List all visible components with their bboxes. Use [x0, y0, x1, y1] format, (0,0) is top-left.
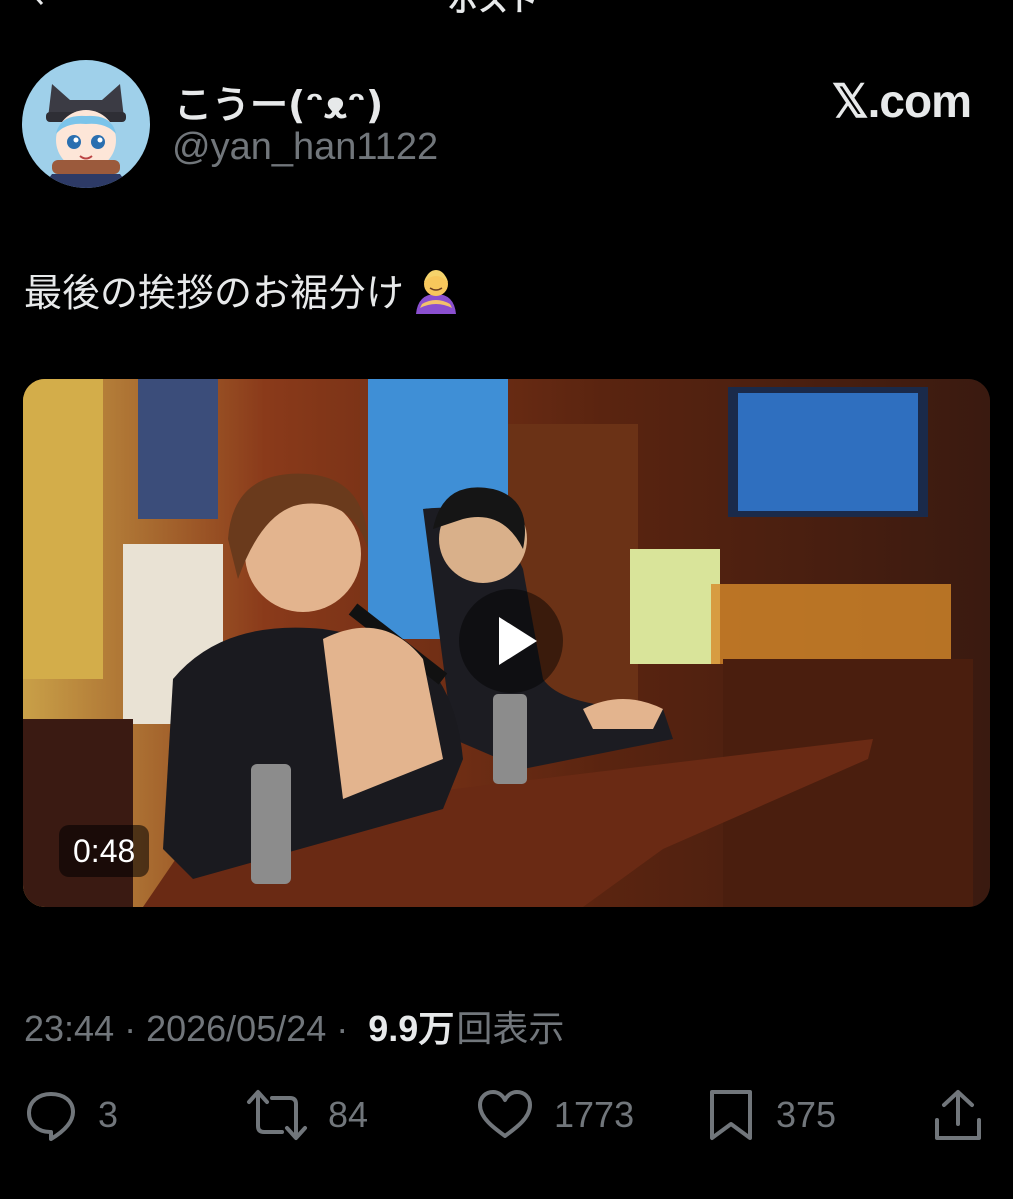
display-name[interactable]: こうー(ᵔᴥᵔ) [174, 74, 383, 129]
reply-icon [27, 1092, 75, 1141]
repost-button[interactable]: 84 [246, 1080, 368, 1150]
like-button[interactable]: 1773 [476, 1080, 634, 1150]
video-duration: 0:48 [59, 825, 150, 877]
reply-button[interactable]: 3 [24, 1080, 118, 1150]
tweet-time[interactable]: 23:44 [24, 1008, 114, 1050]
views-label: 回表示 [456, 1008, 565, 1049]
avatar[interactable] [22, 60, 150, 188]
repost-count: 84 [328, 1094, 369, 1135]
page-title: ポスト [448, 0, 538, 19]
action-bar: 3 84 1773 375 [0, 1080, 1013, 1150]
tweet-date[interactable]: 2026/05/24 [146, 1008, 326, 1050]
meta-separator: · [124, 1008, 137, 1049]
meta-separator: · [336, 1008, 349, 1049]
play-icon [499, 617, 537, 665]
tweet-text: 最後の挨拶のお裾分け [24, 262, 462, 317]
bookmark-count: 375 [776, 1094, 837, 1135]
tweet-meta: 23:44 · 2026/05/24 · 9.9万 回表示 [24, 1000, 564, 1052]
like-icon [478, 1090, 532, 1138]
arrow-left-icon[interactable] [28, 0, 50, 6]
like-count: 1773 [554, 1094, 635, 1135]
video-player[interactable]: 0:48 [23, 379, 990, 907]
views-count[interactable]: 9.9万 [368, 1000, 454, 1052]
bowing-person-icon [410, 264, 462, 316]
share-icon [935, 1090, 981, 1140]
bookmark-button[interactable]: 375 [706, 1080, 836, 1150]
repost-icon [247, 1090, 307, 1140]
tweet-text-content: 最後の挨拶のお裾分け [24, 271, 405, 315]
top-bar: ポスト [0, 0, 1013, 19]
user-handle[interactable]: @yan_han1122 [172, 126, 438, 169]
share-button[interactable] [932, 1080, 984, 1150]
brand-logo: 𝕏.com [831, 75, 972, 127]
reply-count: 3 [98, 1094, 119, 1135]
bookmark-icon [710, 1090, 752, 1140]
play-button[interactable] [459, 589, 563, 693]
